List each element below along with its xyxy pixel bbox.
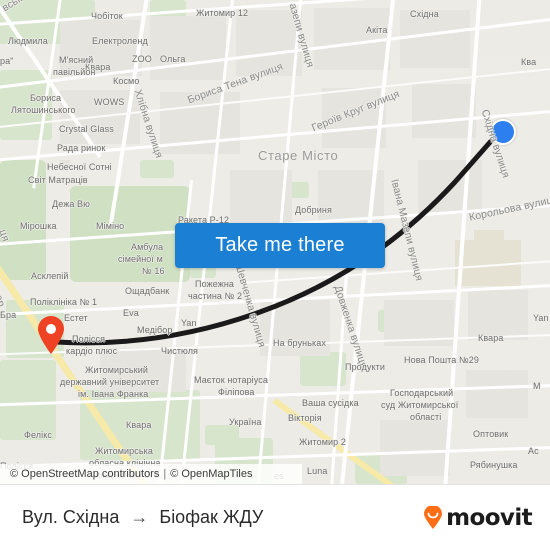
trip-summary: Вул. Східна → Біофак ЖДУ <box>22 507 263 528</box>
destination-marker[interactable] <box>36 315 66 355</box>
trip-origin-label: Вул. Східна <box>22 507 120 527</box>
trip-destination-label: Біофак ЖДУ <box>159 507 264 527</box>
moovit-pin-icon <box>424 505 443 529</box>
attribution-tiles[interactable]: © OpenMapTiles <box>170 468 252 480</box>
attribution-separator: | <box>163 468 167 480</box>
arrow-right-icon: → <box>130 507 149 527</box>
take-me-there-button[interactable]: Take me there <box>175 223 385 268</box>
moovit-logo[interactable]: moovit <box>422 504 533 531</box>
origin-marker[interactable] <box>490 119 516 145</box>
map-screen: Старе Містовська вуХлібна вулицяБориса Т… <box>0 0 550 550</box>
attribution-osm[interactable]: © OpenStreetMap contributors <box>10 468 159 480</box>
moovit-wordmark: moovit <box>446 504 532 531</box>
footer-bar: Вул. Східна → Біофак ЖДУ moovit <box>0 484 550 550</box>
map-attribution: © OpenStreetMap contributors | © OpenMap… <box>0 464 302 484</box>
map-canvas[interactable]: Старе Містовська вуХлібна вулицяБориса Т… <box>0 0 550 484</box>
